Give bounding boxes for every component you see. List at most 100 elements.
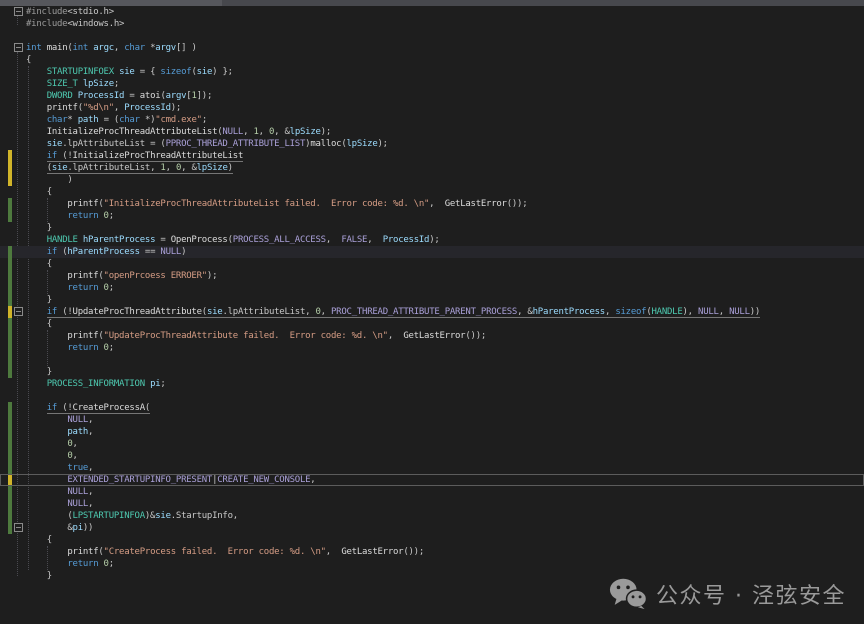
code-text[interactable]: STARTUPINFOEX sie = { sizeof(sie) };: [26, 66, 864, 78]
code-text[interactable]: InitializeProcThreadAttributeList(NULL, …: [26, 126, 864, 138]
code-text[interactable]: NULL,: [26, 486, 864, 498]
code-line[interactable]: {: [0, 186, 864, 198]
code-text[interactable]: {: [26, 54, 864, 66]
code-line[interactable]: printf("openPrcoess ERROER");: [0, 270, 864, 282]
code-text[interactable]: DWORD ProcessId = atoi(argv[1]);: [26, 90, 864, 102]
code-line[interactable]: sie.lpAttributeList = (PPROC_THREAD_ATTR…: [0, 138, 864, 150]
code-text[interactable]: NULL,: [26, 414, 864, 426]
code-text[interactable]: &pi)): [26, 522, 864, 534]
code-text[interactable]: 0,: [26, 438, 864, 450]
code-line[interactable]: }: [0, 222, 864, 234]
code-text[interactable]: }: [26, 294, 864, 306]
code-line[interactable]: if (!CreateProcessA(: [0, 402, 864, 414]
code-text[interactable]: #include<stdio.h>: [26, 6, 864, 18]
code-line[interactable]: return 0;: [0, 210, 864, 222]
code-line[interactable]: [0, 354, 864, 366]
code-text[interactable]: EXTENDED_STARTUPINFO_PRESENT|CREATE_NEW_…: [26, 474, 864, 486]
code-text[interactable]: {: [26, 186, 864, 198]
code-text[interactable]: path,: [26, 426, 864, 438]
code-line[interactable]: ): [0, 174, 864, 186]
fold-toggle-icon[interactable]: [14, 307, 23, 316]
code-line[interactable]: int main(int argc, char *argv[] ): [0, 42, 864, 54]
code-line[interactable]: {: [0, 54, 864, 66]
code-text[interactable]: }: [26, 366, 864, 378]
code-line[interactable]: if (!UpdateProcThreadAttribute(sie.lpAtt…: [0, 306, 864, 318]
code-line[interactable]: 0,: [0, 450, 864, 462]
code-line[interactable]: #include<stdio.h>: [0, 6, 864, 18]
code-line[interactable]: NULL,: [0, 486, 864, 498]
code-line[interactable]: SIZE_T lpSize;: [0, 78, 864, 90]
code-line[interactable]: if (!InitializeProcThreadAttributeList: [0, 150, 864, 162]
code-line[interactable]: (LPSTARTUPINFOA)&sie.StartupInfo,: [0, 510, 864, 522]
code-text[interactable]: #include<windows.h>: [26, 18, 864, 30]
code-line[interactable]: return 0;: [0, 282, 864, 294]
code-text[interactable]: if (!UpdateProcThreadAttribute(sie.lpAtt…: [26, 306, 864, 318]
code-line[interactable]: {: [0, 534, 864, 546]
code-line[interactable]: printf("CreateProcess failed. Error code…: [0, 546, 864, 558]
code-text[interactable]: return 0;: [26, 282, 864, 294]
code-line[interactable]: NULL,: [0, 414, 864, 426]
code-text[interactable]: if (!InitializeProcThreadAttributeList: [26, 150, 864, 162]
code-line[interactable]: return 0;: [0, 342, 864, 354]
code-lines[interactable]: #include<stdio.h> #include<windows.h> int …: [0, 6, 864, 582]
code-text[interactable]: return 0;: [26, 558, 864, 570]
code-text[interactable]: {: [26, 318, 864, 330]
code-line[interactable]: DWORD ProcessId = atoi(argv[1]);: [0, 90, 864, 102]
code-text[interactable]: (LPSTARTUPINFOA)&sie.StartupInfo,: [26, 510, 864, 522]
code-line[interactable]: NULL,: [0, 498, 864, 510]
code-text[interactable]: ): [26, 174, 864, 186]
code-line[interactable]: STARTUPINFOEX sie = { sizeof(sie) };: [0, 66, 864, 78]
code-text[interactable]: 0,: [26, 450, 864, 462]
code-text[interactable]: if (hParentProcess == NULL): [26, 246, 864, 258]
code-text[interactable]: printf("InitializeProcThreadAttributeLis…: [26, 198, 864, 210]
code-line[interactable]: InitializeProcThreadAttributeList(NULL, …: [0, 126, 864, 138]
code-line[interactable]: &pi)): [0, 522, 864, 534]
code-line[interactable]: true,: [0, 462, 864, 474]
code-line[interactable]: }: [0, 366, 864, 378]
code-editor[interactable]: #include<stdio.h> #include<windows.h> int …: [0, 6, 864, 624]
code-text[interactable]: true,: [26, 462, 864, 474]
fold-toggle-icon[interactable]: [14, 43, 23, 52]
code-text[interactable]: SIZE_T lpSize;: [26, 78, 864, 90]
code-text[interactable]: {: [26, 534, 864, 546]
fold-toggle-icon[interactable]: [14, 7, 23, 16]
code-line[interactable]: return 0;: [0, 558, 864, 570]
code-line[interactable]: if (hParentProcess == NULL): [0, 246, 864, 258]
code-text[interactable]: char* path = (char *)"cmd.exe";: [26, 114, 864, 126]
code-text[interactable]: {: [26, 258, 864, 270]
code-text[interactable]: [26, 30, 864, 42]
code-line[interactable]: (sie.lpAttributeList, 1, 0, &lpSize): [0, 162, 864, 174]
code-text[interactable]: printf("UpdateProcThreadAttribute failed…: [26, 330, 864, 342]
code-text[interactable]: if (!CreateProcessA(: [26, 402, 864, 414]
code-text[interactable]: printf("CreateProcess failed. Error code…: [26, 546, 864, 558]
code-line[interactable]: #include<windows.h>: [0, 18, 864, 30]
code-line[interactable]: printf("InitializeProcThreadAttributeLis…: [0, 198, 864, 210]
code-line[interactable]: {: [0, 258, 864, 270]
code-line[interactable]: [0, 30, 864, 42]
fold-toggle-icon[interactable]: [14, 523, 23, 532]
code-text[interactable]: return 0;: [26, 342, 864, 354]
code-text[interactable]: printf("openPrcoess ERROER");: [26, 270, 864, 282]
code-text[interactable]: PROCESS_INFORMATION pi;: [26, 378, 864, 390]
code-line[interactable]: [0, 390, 864, 402]
code-line[interactable]: char* path = (char *)"cmd.exe";: [0, 114, 864, 126]
code-line[interactable]: EXTENDED_STARTUPINFO_PRESENT|CREATE_NEW_…: [0, 474, 864, 486]
code-text[interactable]: sie.lpAttributeList = (PPROC_THREAD_ATTR…: [26, 138, 864, 150]
code-line[interactable]: {: [0, 318, 864, 330]
code-line[interactable]: PROCESS_INFORMATION pi;: [0, 378, 864, 390]
code-text[interactable]: NULL,: [26, 498, 864, 510]
code-text[interactable]: (sie.lpAttributeList, 1, 0, &lpSize): [26, 162, 864, 174]
code-text[interactable]: HANDLE hParentProcess = OpenProcess(PROC…: [26, 234, 864, 246]
code-line[interactable]: }: [0, 294, 864, 306]
code-text[interactable]: int main(int argc, char *argv[] ): [26, 42, 864, 54]
code-text[interactable]: [26, 354, 864, 366]
code-text[interactable]: }: [26, 222, 864, 234]
code-line[interactable]: HANDLE hParentProcess = OpenProcess(PROC…: [0, 234, 864, 246]
code-line[interactable]: printf("UpdateProcThreadAttribute failed…: [0, 330, 864, 342]
code-text[interactable]: return 0;: [26, 210, 864, 222]
code-text[interactable]: [26, 390, 864, 402]
code-line[interactable]: path,: [0, 426, 864, 438]
code-line[interactable]: printf("%d\n", ProcessId);: [0, 102, 864, 114]
code-text[interactable]: printf("%d\n", ProcessId);: [26, 102, 864, 114]
code-line[interactable]: 0,: [0, 438, 864, 450]
